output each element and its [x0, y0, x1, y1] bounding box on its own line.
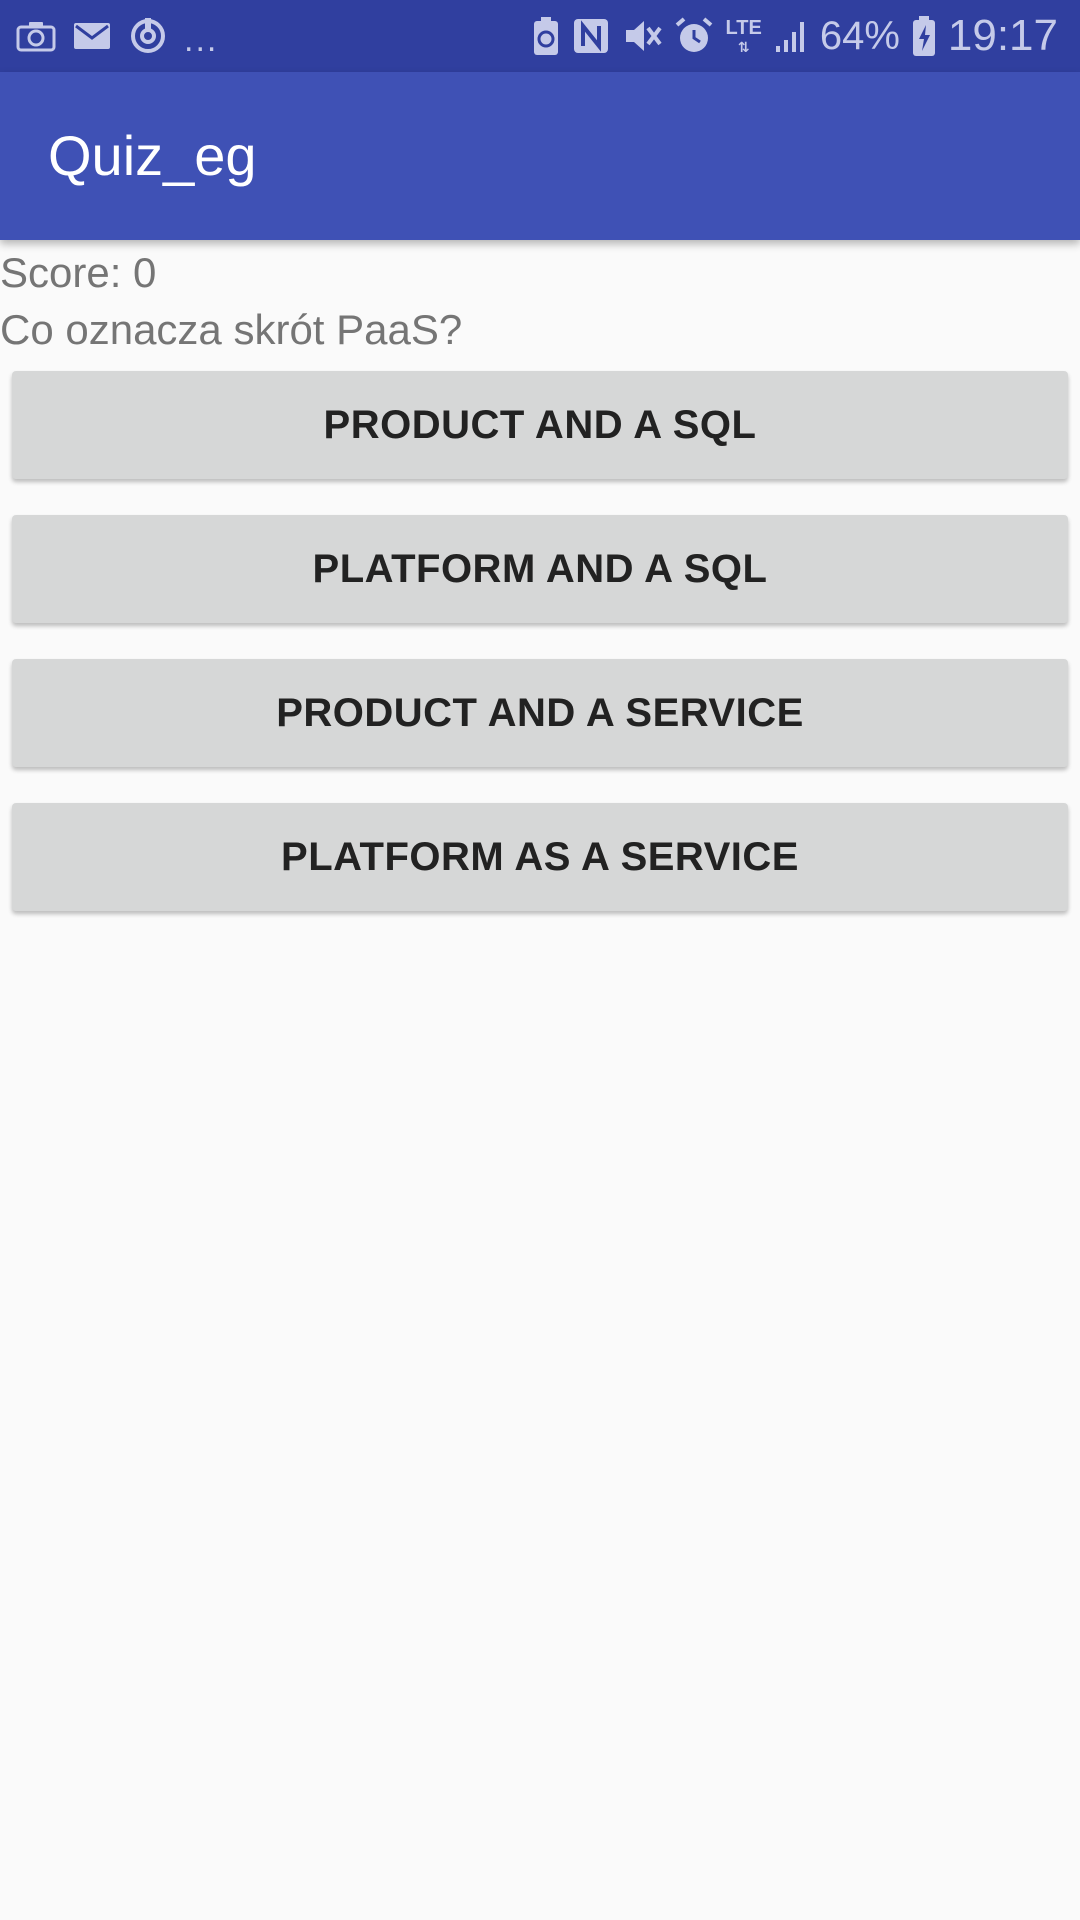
- score-label: Score: 0: [0, 249, 157, 296]
- answer-button-1[interactable]: PRODUCT AND A SQL: [12, 371, 1068, 479]
- vibrate-icon: [622, 16, 662, 56]
- mail-icon: [72, 20, 112, 52]
- answer-button-2[interactable]: PLATFORM AND A SQL: [12, 515, 1068, 623]
- status-bar-system: LTE ⇅ 64% 19:17: [532, 0, 1058, 72]
- network-type-indicator: LTE ⇅: [726, 18, 762, 54]
- camera-icon: [16, 20, 56, 52]
- alarm-icon: [674, 16, 714, 56]
- data-activity-icon: ⇅: [737, 39, 750, 55]
- answer-button-3[interactable]: PRODUCT AND A SERVICE: [12, 659, 1068, 767]
- question-text: Co oznacza skrót PaaS?: [0, 306, 463, 353]
- network-type-label: LTE: [725, 17, 762, 39]
- answer-button-4[interactable]: PLATFORM AS A SERVICE: [12, 803, 1068, 911]
- battery-percent: 64%: [819, 14, 900, 58]
- status-clock: 19:17: [947, 11, 1058, 60]
- battery-saver-icon: [532, 16, 560, 56]
- status-bar: ... LTE ⇅ 64% 19:17: [0, 0, 1080, 72]
- sync-icon: [128, 16, 168, 56]
- more-notifications-indicator: ...: [184, 21, 219, 59]
- status-bar-notifications: ...: [16, 0, 218, 72]
- app-title: Quiz_eg: [48, 124, 257, 187]
- nfc-icon: [572, 17, 610, 55]
- battery-charging-icon: [912, 15, 936, 57]
- app-bar: Quiz_eg: [0, 72, 1080, 240]
- signal-bars-icon: [774, 18, 808, 54]
